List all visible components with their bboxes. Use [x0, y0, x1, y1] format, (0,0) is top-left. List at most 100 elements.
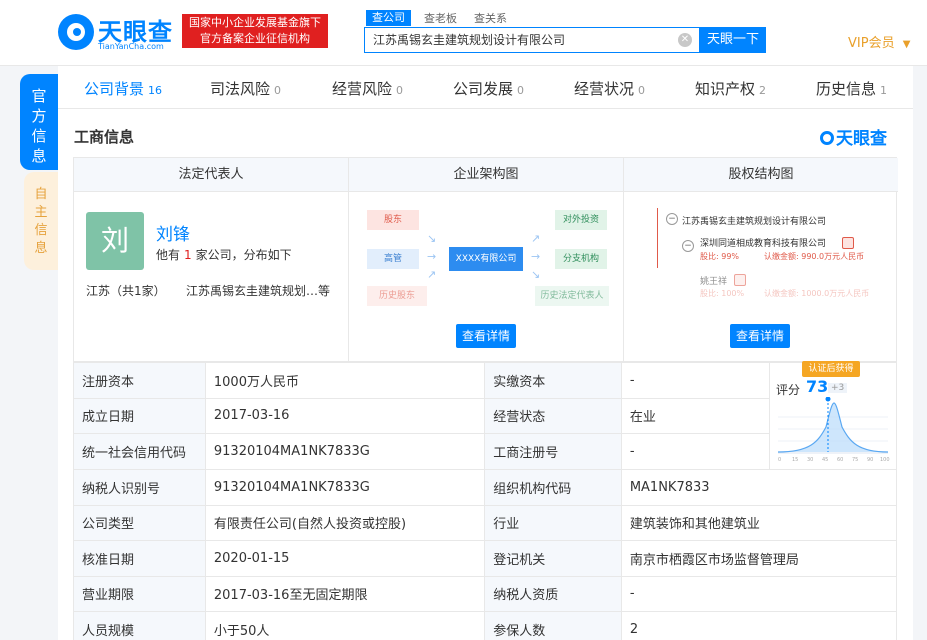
- arrow-icon: →: [427, 250, 437, 263]
- field-value: 2017-03-16: [204, 397, 486, 435]
- nav-development[interactable]: 公司发展 0: [453, 78, 524, 99]
- score-panel[interactable]: 认证后获得 评分 73 +3 0 15 30 45 60 75 90 100: [768, 361, 898, 470]
- field-value: 2020-01-15: [204, 540, 486, 577]
- nav-history[interactable]: 历史信息 1: [816, 78, 887, 99]
- collapse-icon[interactable]: −: [666, 213, 678, 225]
- table-row: 核准日期 2020-01-15 登记机关 南京市栖霞区市场监督管理局: [73, 540, 898, 577]
- tick-label: 75: [852, 457, 858, 463]
- org-chart-header: 企业架构图: [349, 158, 623, 192]
- org-chart-card: 企业架构图 股东 高管 历史股东 ↘ → ↗ XXXX有限公司 ↗ → ↘ 对外…: [349, 158, 624, 361]
- arrow-icon: ↗: [427, 268, 437, 281]
- desc-pre: 他有: [156, 248, 181, 262]
- equity-chart-card: 股权结构图 − 江苏禹锡玄圭建筑规划设计有限公司 − 深圳同道相成教育科技有限公…: [624, 158, 898, 361]
- org-history-shareholder: 历史股东: [367, 286, 427, 306]
- legal-rep-header: 法定代表人: [74, 158, 348, 192]
- table-row: 公司类型 有限责任公司(自然人投资或控股) 行业 建筑装饰和其他建筑业: [73, 504, 898, 541]
- site-logo[interactable]: 天眼查 TianYanCha.com: [58, 12, 176, 52]
- org-detail-button[interactable]: 查看详情: [456, 324, 516, 348]
- search-input[interactable]: 江苏禹锡玄圭建筑规划设计有限公司: [364, 27, 700, 53]
- collapse-icon[interactable]: −: [682, 240, 694, 252]
- nav-count: 2: [759, 84, 767, 97]
- legal-rep-region: 江苏（共1家）: [86, 284, 166, 298]
- nav-business-risk[interactable]: 经营风险 0: [332, 78, 403, 99]
- field-label: 纳税人识别号: [73, 469, 206, 506]
- legal-rep-desc: 他有 1 家公司，分布如下: [156, 246, 292, 263]
- nav-operation[interactable]: 经营状况 0: [574, 78, 645, 99]
- score-label: 评分: [775, 383, 800, 397]
- table-row: 营业期限 2017-03-16至无固定期限 纳税人资质 -: [73, 575, 898, 612]
- field-value: 1000万人民币: [204, 362, 486, 399]
- side-tab-official[interactable]: 官方信息: [20, 74, 58, 170]
- legal-rep-name[interactable]: 刘锋: [156, 220, 190, 245]
- equity-holder-1-ratio: 股比: 99%: [700, 252, 740, 261]
- business-info-table: 注册资本 1000万人民币 实缴资本 - 认证后获得 评分 73 +3 0 15…: [73, 361, 898, 640]
- field-label: 实缴资本: [484, 362, 622, 399]
- field-label: 登记机关: [484, 540, 622, 577]
- search-tab-relation[interactable]: 查关系: [474, 10, 507, 26]
- field-label: 参保人数: [484, 611, 622, 640]
- org-shareholder: 股东: [367, 210, 419, 230]
- equity-company: 江苏禹锡玄圭建筑规划设计有限公司: [682, 217, 827, 227]
- org-branch: 分支机构: [555, 249, 607, 269]
- field-value: -: [620, 575, 898, 612]
- desc-count: 1: [184, 248, 192, 262]
- search-tab-boss[interactable]: 查老板: [424, 10, 457, 26]
- field-value: MA1NK7833: [620, 469, 898, 506]
- equity-connector: [657, 208, 658, 268]
- field-value: 南京市栖霞区市场监督管理局: [620, 540, 898, 577]
- field-label: 经营状态: [484, 397, 622, 435]
- table-row: 纳税人识别号 91320104MA1NK7833G 组织机构代码 MA1NK78…: [73, 469, 898, 506]
- nav-company-background[interactable]: 公司背景 16: [84, 78, 162, 99]
- tick-label: 45: [822, 457, 828, 463]
- field-value: -: [620, 362, 770, 399]
- tick-label: 100: [880, 457, 890, 463]
- nav-label: 历史信息: [816, 80, 877, 98]
- score-marker-dot: [825, 397, 831, 402]
- table-row: 人员规模 小于50人 参保人数 2: [73, 611, 898, 640]
- flag-icon: [842, 237, 854, 249]
- arrow-icon: →: [531, 250, 541, 263]
- field-value: 有限责任公司(自然人投资或控股): [204, 504, 486, 541]
- nav-count: 0: [396, 84, 404, 97]
- field-label: 成立日期: [73, 397, 206, 435]
- field-value: 91320104MA1NK7833G: [204, 469, 486, 506]
- field-label: 行业: [484, 504, 622, 541]
- arrow-icon: ↘: [427, 232, 437, 245]
- field-label: 注册资本: [73, 362, 206, 399]
- side-tab-self[interactable]: 自主信息: [24, 172, 58, 270]
- score-distribution: [777, 403, 888, 452]
- nav-legal-risk[interactable]: 司法风险 0: [210, 78, 281, 99]
- clear-icon[interactable]: ✕: [678, 33, 692, 47]
- equity-holder-2[interactable]: 姚王祥: [700, 274, 727, 287]
- field-value: 在业: [620, 397, 770, 435]
- brand-watermark: 天眼查: [820, 124, 887, 149]
- search-button[interactable]: 天眼一下: [700, 27, 766, 53]
- search-tab-company[interactable]: 查公司: [366, 10, 411, 26]
- org-history-legal-rep: 历史法定代表人: [535, 286, 609, 306]
- badge-line-2: 官方备案企业征信机构: [200, 32, 310, 45]
- nav-label: 公司发展: [453, 80, 514, 98]
- nav-label: 知识产权: [695, 80, 756, 98]
- legal-rep-company[interactable]: 江苏禹锡玄圭建筑规划…等: [186, 282, 330, 299]
- equity-holder-2-ratio: 股比: 100%: [700, 289, 745, 298]
- nav-intellectual-property[interactable]: 知识产权 2: [695, 78, 766, 99]
- logo-subtitle: TianYanCha.com: [98, 42, 164, 51]
- score-badge: 认证后获得: [801, 361, 860, 377]
- tick-label: 0: [778, 457, 781, 463]
- field-value: -: [620, 433, 770, 470]
- equity-detail-button[interactable]: 查看详情: [730, 324, 790, 348]
- score-box: 认证后获得 评分 73 +3 0 15 30 45 60 75 90 100: [770, 361, 896, 469]
- badge-line-1: 国家中小企业发展基金旗下: [189, 16, 321, 29]
- field-value: 91320104MA1NK7833G: [204, 433, 486, 470]
- overview-cards: 法定代表人 刘 刘锋 他有 1 家公司，分布如下 江苏（共1家） 江苏禹锡玄圭建筑规…: [73, 157, 898, 362]
- org-investment: 对外投资: [555, 210, 607, 230]
- table-row: 注册资本 1000万人民币 实缴资本 - 认证后获得 评分 73 +3 0 15…: [73, 361, 898, 470]
- nav-count: 1: [880, 84, 888, 97]
- field-label: 营业期限: [73, 575, 206, 612]
- equity-chart-header: 股权结构图: [624, 158, 898, 192]
- tick-label: 60: [837, 457, 843, 463]
- equity-holder-1[interactable]: 深圳同道相成教育科技有限公司: [700, 236, 826, 249]
- vip-menu[interactable]: VIP会员 ▼: [848, 32, 910, 51]
- field-label: 公司类型: [73, 504, 206, 541]
- avatar: 刘: [86, 212, 144, 270]
